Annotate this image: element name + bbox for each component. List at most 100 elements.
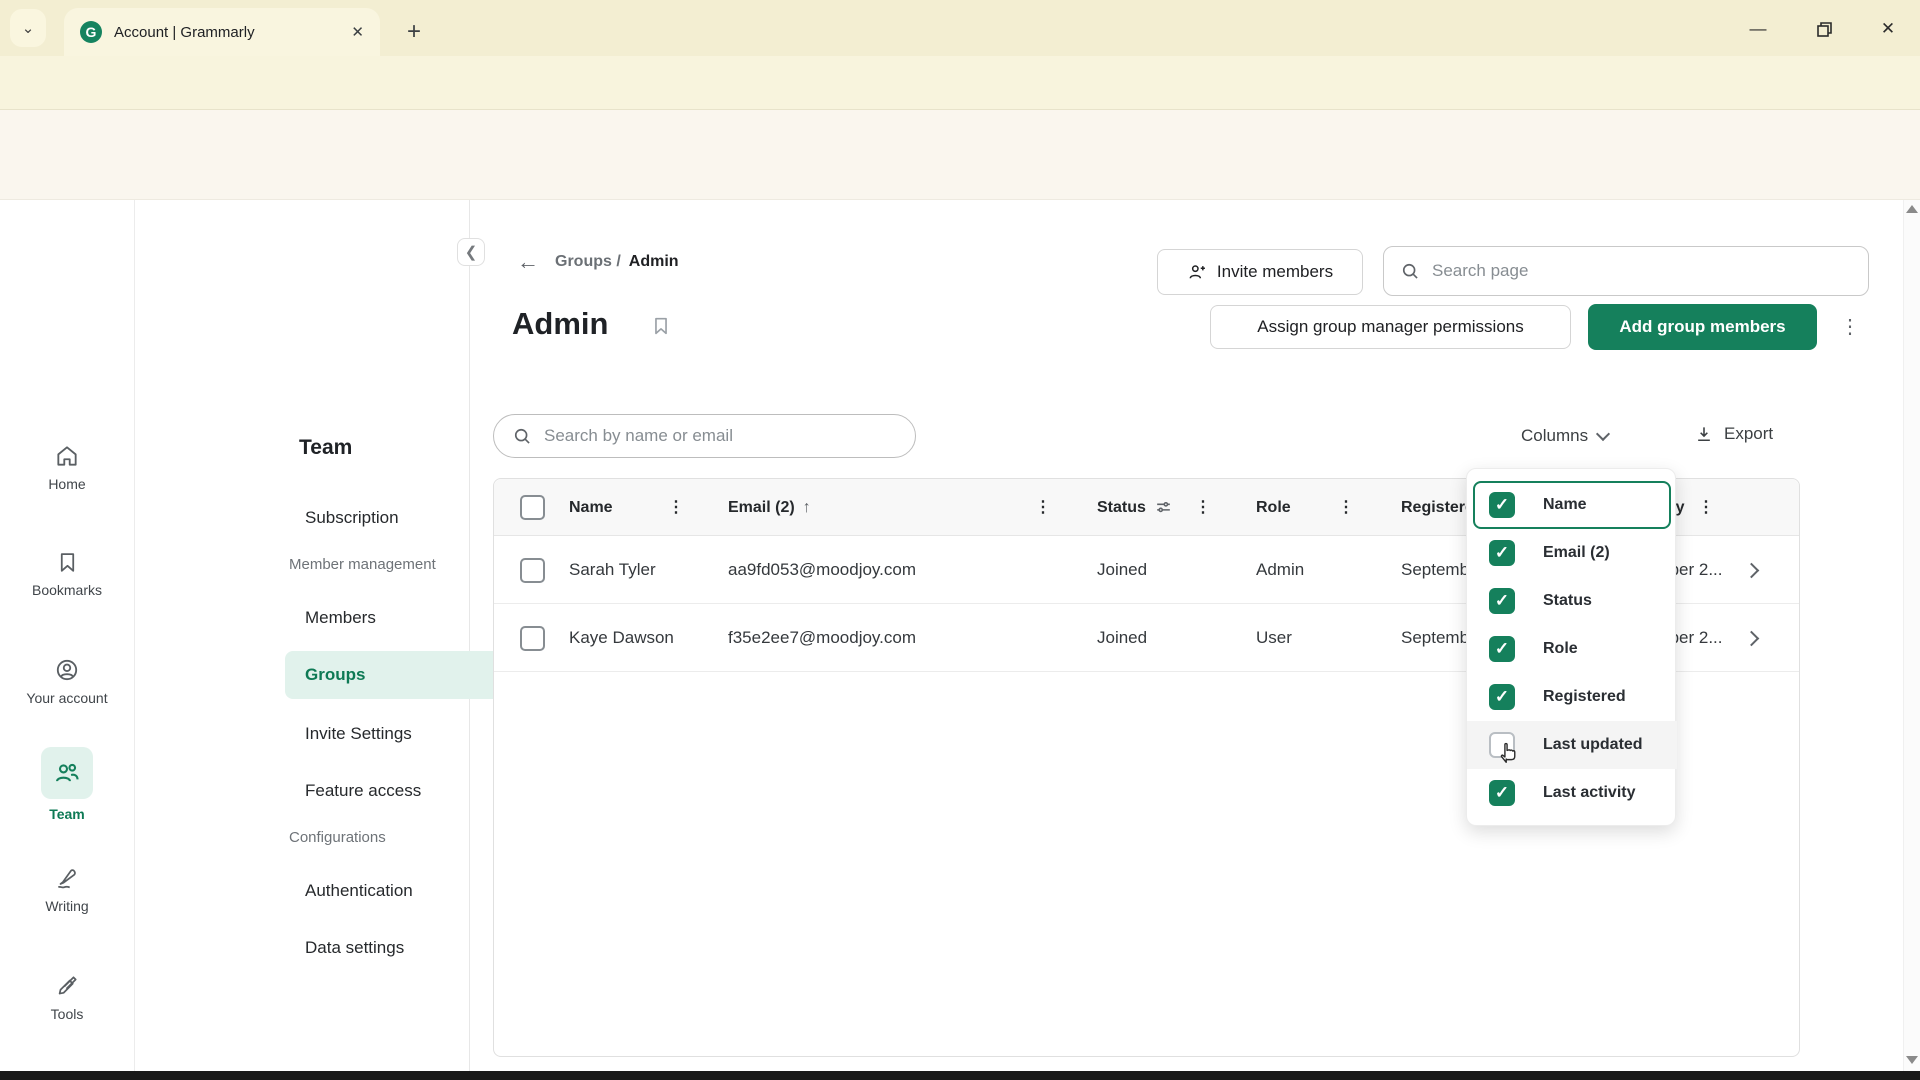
assign-permissions-button[interactable]: Assign group manager permissions: [1210, 305, 1571, 349]
cell-status: Joined: [1097, 604, 1147, 672]
breadcrumb-groups-link[interactable]: Groups /: [555, 253, 621, 271]
download-icon: [1694, 424, 1714, 444]
checkbox-checked-icon[interactable]: ✓: [1489, 540, 1515, 566]
status-column-kebab-icon[interactable]: ⋮: [1193, 479, 1213, 536]
columns-menu-item-status[interactable]: ✓ Status: [1467, 577, 1677, 625]
cell-email: aa9fd053@moodjoy.com: [728, 536, 916, 604]
name-column-kebab-icon[interactable]: ⋮: [666, 479, 686, 536]
column-header-status[interactable]: Status: [1097, 479, 1173, 536]
page-scrollbar[interactable]: [1903, 200, 1920, 1072]
tab-title: Account | Grammarly: [114, 24, 341, 41]
member-search-box[interactable]: [493, 414, 916, 458]
scroll-down-arrow-icon[interactable]: [1906, 1056, 1918, 1064]
columns-menu-item-name[interactable]: ✓ Name: [1467, 481, 1677, 529]
checkbox-checked-icon[interactable]: ✓: [1489, 636, 1515, 662]
email-header-label: Email (2): [728, 499, 795, 517]
page-search-box[interactable]: [1383, 246, 1869, 296]
chevron-down-icon: ⌄: [22, 19, 35, 37]
restore-icon: [1817, 22, 1832, 37]
rail-item-your-account[interactable]: Your account: [0, 657, 134, 706]
chevron-down-icon: [1596, 427, 1610, 441]
columns-menu-item-last-updated[interactable]: Last updated: [1467, 721, 1677, 769]
app-header: G grammarly Invite members: [0, 110, 1920, 200]
page-actions-kebab-icon[interactable]: ⋮: [1836, 312, 1864, 342]
row-checkbox[interactable]: [520, 604, 545, 672]
row-expand-chevron-icon[interactable]: [1746, 604, 1757, 672]
checkbox-checked-icon[interactable]: ✓: [1489, 684, 1515, 710]
columns-dropdown-button[interactable]: Columns: [1521, 426, 1608, 446]
menu-item-label: Last updated: [1543, 736, 1643, 754]
checkbox-checked-icon[interactable]: ✓: [1489, 588, 1515, 614]
row-checkbox[interactable]: [520, 536, 545, 604]
sidebar-item-label: Feature access: [305, 781, 421, 801]
section-label: Member management: [289, 556, 436, 573]
rail-label: Writing: [45, 898, 88, 914]
sidebar-collapse-button[interactable]: ❮: [457, 238, 485, 266]
columns-menu-item-last-activity[interactable]: ✓ Last activity: [1467, 769, 1677, 817]
back-arrow-icon[interactable]: ←: [517, 249, 539, 275]
tools-icon: [54, 973, 80, 999]
rail-item-bookmarks[interactable]: Bookmarks: [0, 550, 134, 598]
role-column-kebab-icon[interactable]: ⋮: [1336, 479, 1356, 536]
columns-menu-item-role[interactable]: ✓ Role: [1467, 625, 1677, 673]
person-add-icon: [1187, 262, 1207, 282]
rail-item-writing[interactable]: Writing: [0, 865, 134, 914]
tab-close-icon[interactable]: ✕: [351, 23, 364, 41]
cell-name: Kaye Dawson: [569, 604, 674, 672]
home-icon: [54, 443, 80, 469]
column-header-role[interactable]: Role: [1256, 479, 1291, 536]
cell-role: Admin: [1256, 536, 1304, 604]
cell-status: Joined: [1097, 536, 1147, 604]
account-icon: [54, 657, 80, 683]
cell-role: User: [1256, 604, 1292, 672]
bottom-edge: [0, 1071, 1920, 1080]
invite-members-button[interactable]: Invite members: [1157, 249, 1363, 295]
writing-icon: [54, 865, 80, 891]
cursor-hand-icon: [1497, 739, 1523, 765]
scroll-up-arrow-icon[interactable]: [1906, 205, 1918, 213]
tab-search-button[interactable]: ⌄: [10, 9, 46, 47]
filter-icon[interactable]: [1154, 498, 1173, 517]
breadcrumb-current: Admin: [629, 253, 679, 271]
window-close-button[interactable]: ✕: [1868, 14, 1908, 44]
window-minimize-button[interactable]: —: [1738, 14, 1778, 44]
window-restore-button[interactable]: [1804, 14, 1844, 44]
sidebar-item-label: Invite Settings: [305, 724, 412, 744]
checkbox-checked-icon[interactable]: ✓: [1489, 492, 1515, 518]
email-column-kebab-icon[interactable]: ⋮: [1033, 479, 1053, 536]
add-group-members-button[interactable]: Add group members: [1588, 304, 1817, 350]
member-search-input[interactable]: [544, 426, 897, 446]
rail-item-tools[interactable]: Tools: [0, 973, 134, 1022]
menu-item-label: Email (2): [1543, 544, 1610, 562]
team-active-tile: [41, 747, 93, 799]
search-icon: [1400, 261, 1420, 281]
sidebar-item-label: Members: [305, 608, 376, 628]
sort-ascending-icon[interactable]: ↑: [803, 499, 811, 517]
select-all-checkbox[interactable]: [520, 479, 545, 536]
cell-name: Sarah Tyler: [569, 536, 656, 604]
rail-item-home[interactable]: Home: [0, 443, 134, 492]
columns-menu-item-registered[interactable]: ✓ Registered: [1467, 673, 1677, 721]
page-search-input[interactable]: [1432, 261, 1852, 281]
rail-item-team[interactable]: Team: [0, 747, 134, 822]
status-header-label: Status: [1097, 499, 1146, 517]
page-title: Admin: [512, 306, 608, 342]
rail-label: Team: [49, 806, 85, 822]
new-tab-button[interactable]: +: [398, 16, 430, 48]
grammarly-favicon: G: [80, 21, 102, 43]
column-header-email[interactable]: Email (2) ↑: [728, 479, 811, 536]
title-bookmark-icon[interactable]: [650, 315, 672, 337]
export-button[interactable]: Export: [1694, 424, 1773, 444]
invite-members-label: Invite members: [1217, 262, 1333, 282]
sidebar-item-label: Subscription: [305, 508, 399, 528]
columns-menu-item-email[interactable]: ✓ Email (2): [1467, 529, 1677, 577]
column-header-name[interactable]: Name: [569, 479, 613, 536]
team-sidebar: Team Subscription Member management ⌃ Me…: [135, 200, 470, 1080]
sidebar-item-label: Authentication: [305, 881, 413, 901]
checkbox-checked-icon[interactable]: ✓: [1489, 780, 1515, 806]
last-activity-column-kebab-icon[interactable]: ⋮: [1696, 479, 1716, 536]
columns-label: Columns: [1521, 426, 1588, 446]
row-expand-chevron-icon[interactable]: [1746, 536, 1757, 604]
menu-item-label: Status: [1543, 592, 1592, 610]
browser-tab[interactable]: G Account | Grammarly ✕: [64, 8, 380, 56]
